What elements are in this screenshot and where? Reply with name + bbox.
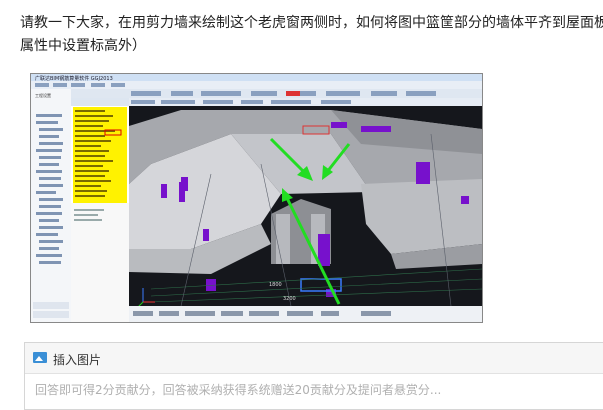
dim-label-1: 1800 [269, 282, 282, 288]
dormer-wall-left [276, 214, 290, 264]
software-screenshot[interactable]: 广联达BIM钢筋算量软件 GGJ2013 工程设置 1800 3200 [30, 73, 483, 323]
editor-toolbar: 插入图片 [25, 343, 603, 374]
svg-text:工程设置: 工程设置 [35, 92, 51, 98]
question-line-1: 请教一下大家，在用剪力墙来绘制这个老虎窗两侧时，如何将图中篮筐部分的墙体平齐到屋… [20, 15, 603, 31]
highlighted-wall [318, 234, 330, 266]
toolbar-highlight [286, 91, 300, 96]
previous-line-fragment: · [0, 0, 603, 6]
answer-input[interactable] [35, 383, 595, 397]
question-text: 请教一下大家，在用剪力墙来绘制这个老虎窗两侧时，如何将图中篮筐部分的墙体平齐到屋… [20, 12, 603, 58]
question-line-2: 属性中设置标高外） [20, 38, 146, 54]
image-icon[interactable] [33, 352, 47, 363]
insert-image-button[interactable]: 插入图片 [53, 351, 101, 368]
window-title: 广联达BIM钢筋算量软件 GGJ2013 [35, 75, 113, 82]
dim-label-2: 3200 [283, 296, 296, 302]
answer-editor: 插入图片 [24, 342, 603, 410]
